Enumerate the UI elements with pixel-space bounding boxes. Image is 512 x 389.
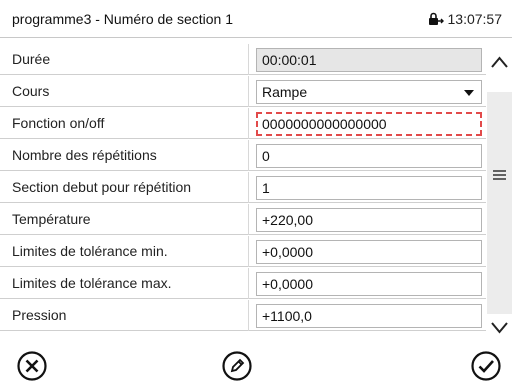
row-divider xyxy=(248,204,249,235)
row-duree: Durée 00:00:01 xyxy=(0,44,486,75)
duree-field: 00:00:01 xyxy=(256,48,482,72)
nombre-repetitions-field[interactable]: 0 xyxy=(256,144,482,168)
row-divider xyxy=(248,300,249,331)
tolerance-max-field[interactable]: +0,0000 xyxy=(256,272,482,296)
bottom-toolbar xyxy=(0,342,512,389)
tolerance-min-field[interactable]: +0,0000 xyxy=(256,240,482,264)
row-pression: Pression +1100,0 xyxy=(0,300,486,331)
row-section-debut: Section debut pour répétition 1 xyxy=(0,172,486,203)
temperature-field[interactable]: +220,00 xyxy=(256,208,482,232)
row-divider xyxy=(248,140,249,171)
row-label: Fonction on/off xyxy=(12,115,105,131)
cours-select-value: Rampe xyxy=(262,84,308,100)
fonction-on-off-field[interactable]: 0000000000000000 xyxy=(256,112,482,136)
check-circle-icon[interactable] xyxy=(470,350,502,382)
chevron-up-icon[interactable] xyxy=(489,54,510,72)
row-label: Pression xyxy=(12,307,67,323)
grip-lines-icon[interactable] xyxy=(489,166,510,184)
row-divider xyxy=(248,268,249,299)
chevron-down-icon[interactable] xyxy=(489,318,510,336)
row-label: Nombre des répétitions xyxy=(12,147,157,163)
row-nombre-repetitions: Nombre des répétitions 0 xyxy=(0,140,486,171)
row-label: Température xyxy=(12,211,91,227)
row-label: Limites de tolérance min. xyxy=(12,243,168,259)
section-debut-field[interactable]: 1 xyxy=(256,176,482,200)
clock: 13:07:57 xyxy=(428,11,503,27)
row-divider xyxy=(248,44,249,75)
row-label: Durée xyxy=(12,51,51,67)
row-label: Limites de tolérance max. xyxy=(12,275,172,291)
page-title: programme3 - Numéro de section 1 xyxy=(12,11,233,27)
scrollbar[interactable] xyxy=(487,40,512,340)
row-divider xyxy=(248,76,249,107)
scrollbar-thumb[interactable] xyxy=(487,92,512,314)
title-bar: programme3 - Numéro de section 1 13:07:5… xyxy=(0,0,512,38)
row-temperature: Température +220,00 xyxy=(0,204,486,235)
row-tolerance-max: Limites de tolérance max. +0,0000 xyxy=(0,268,486,299)
clock-time: 13:07:57 xyxy=(447,11,503,27)
row-label: Cours xyxy=(12,83,50,99)
close-circle-icon[interactable] xyxy=(16,350,48,382)
row-divider xyxy=(248,108,249,139)
pencil-circle-icon[interactable] xyxy=(221,350,253,382)
row-label: Section debut pour répétition xyxy=(12,179,192,195)
row-divider xyxy=(248,236,249,267)
chevron-down-icon[interactable] xyxy=(464,90,474,96)
pression-field[interactable]: +1100,0 xyxy=(256,304,482,328)
cours-select[interactable]: Rampe xyxy=(256,80,482,104)
row-tolerance-min: Limites de tolérance min. +0,0000 xyxy=(0,236,486,267)
row-divider xyxy=(248,172,249,203)
lock-icon xyxy=(428,12,444,26)
row-fonction-on-off: Fonction on/off 0000000000000000 xyxy=(0,108,486,139)
row-cours: Cours Rampe xyxy=(0,76,486,107)
